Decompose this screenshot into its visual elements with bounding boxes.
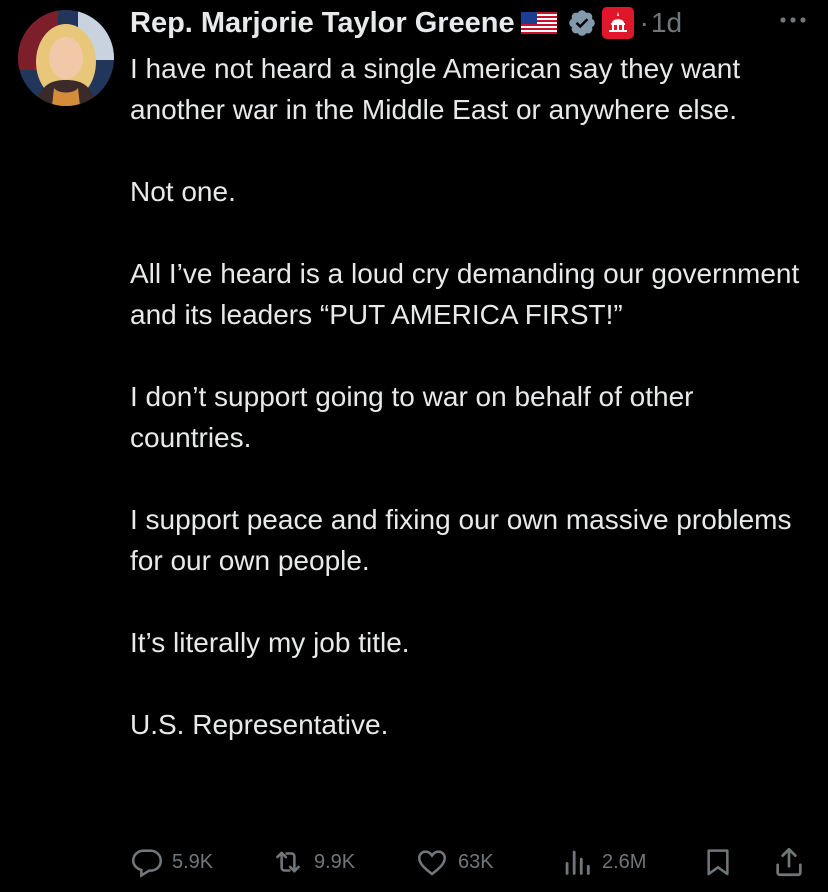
repost-icon [276, 851, 300, 873]
post-header: Rep. Marjorie Taylor Greene · 1d [130, 3, 682, 43]
avatar[interactable] [18, 10, 114, 106]
repost-button[interactable]: 9.9K [270, 842, 355, 882]
post-paragraph: I support peace and fixing our own massi… [130, 504, 792, 576]
share-icon [776, 847, 802, 877]
avatar-photo [18, 10, 114, 106]
capitol-affiliate-icon[interactable] [601, 7, 634, 39]
repost-count: 9.9K [314, 850, 356, 873]
views-icon [565, 850, 590, 875]
reply-count: 5.9K [172, 850, 214, 873]
header-separator: · [639, 7, 649, 38]
us-flag-icon [520, 12, 557, 34]
share-button[interactable] [772, 842, 806, 882]
author-name[interactable]: Rep. Marjorie Taylor Greene [130, 7, 515, 40]
verified-badge-icon[interactable] [567, 8, 597, 38]
bookmark-icon [707, 849, 729, 876]
action-bar: 5.9K 9.9K 63K 2.6M [0, 842, 828, 882]
reply-button[interactable]: 5.9K [130, 842, 213, 882]
post-timestamp[interactable]: 1d [651, 7, 682, 39]
bookmark-button[interactable] [702, 842, 734, 882]
post-paragraph: U.S. Representative. [130, 709, 389, 740]
views-button[interactable]: 2.6M [560, 842, 646, 882]
more-icon[interactable] [778, 10, 808, 30]
post-paragraph: I have not heard a single American say t… [130, 53, 741, 125]
reply-icon [131, 849, 163, 878]
post-paragraph: It’s literally my job title. [130, 627, 410, 658]
post-paragraph: I don’t support going to war on behalf o… [130, 381, 694, 453]
post-paragraph: All I’ve heard is a loud cry demanding o… [130, 258, 800, 330]
post-paragraph: Not one. [130, 176, 236, 207]
like-button[interactable]: 63K [414, 842, 494, 882]
views-count: 2.6M [602, 850, 647, 873]
like-icon [417, 850, 447, 876]
post-text: I have not heard a single American say t… [130, 48, 810, 745]
like-count: 63K [458, 850, 494, 873]
